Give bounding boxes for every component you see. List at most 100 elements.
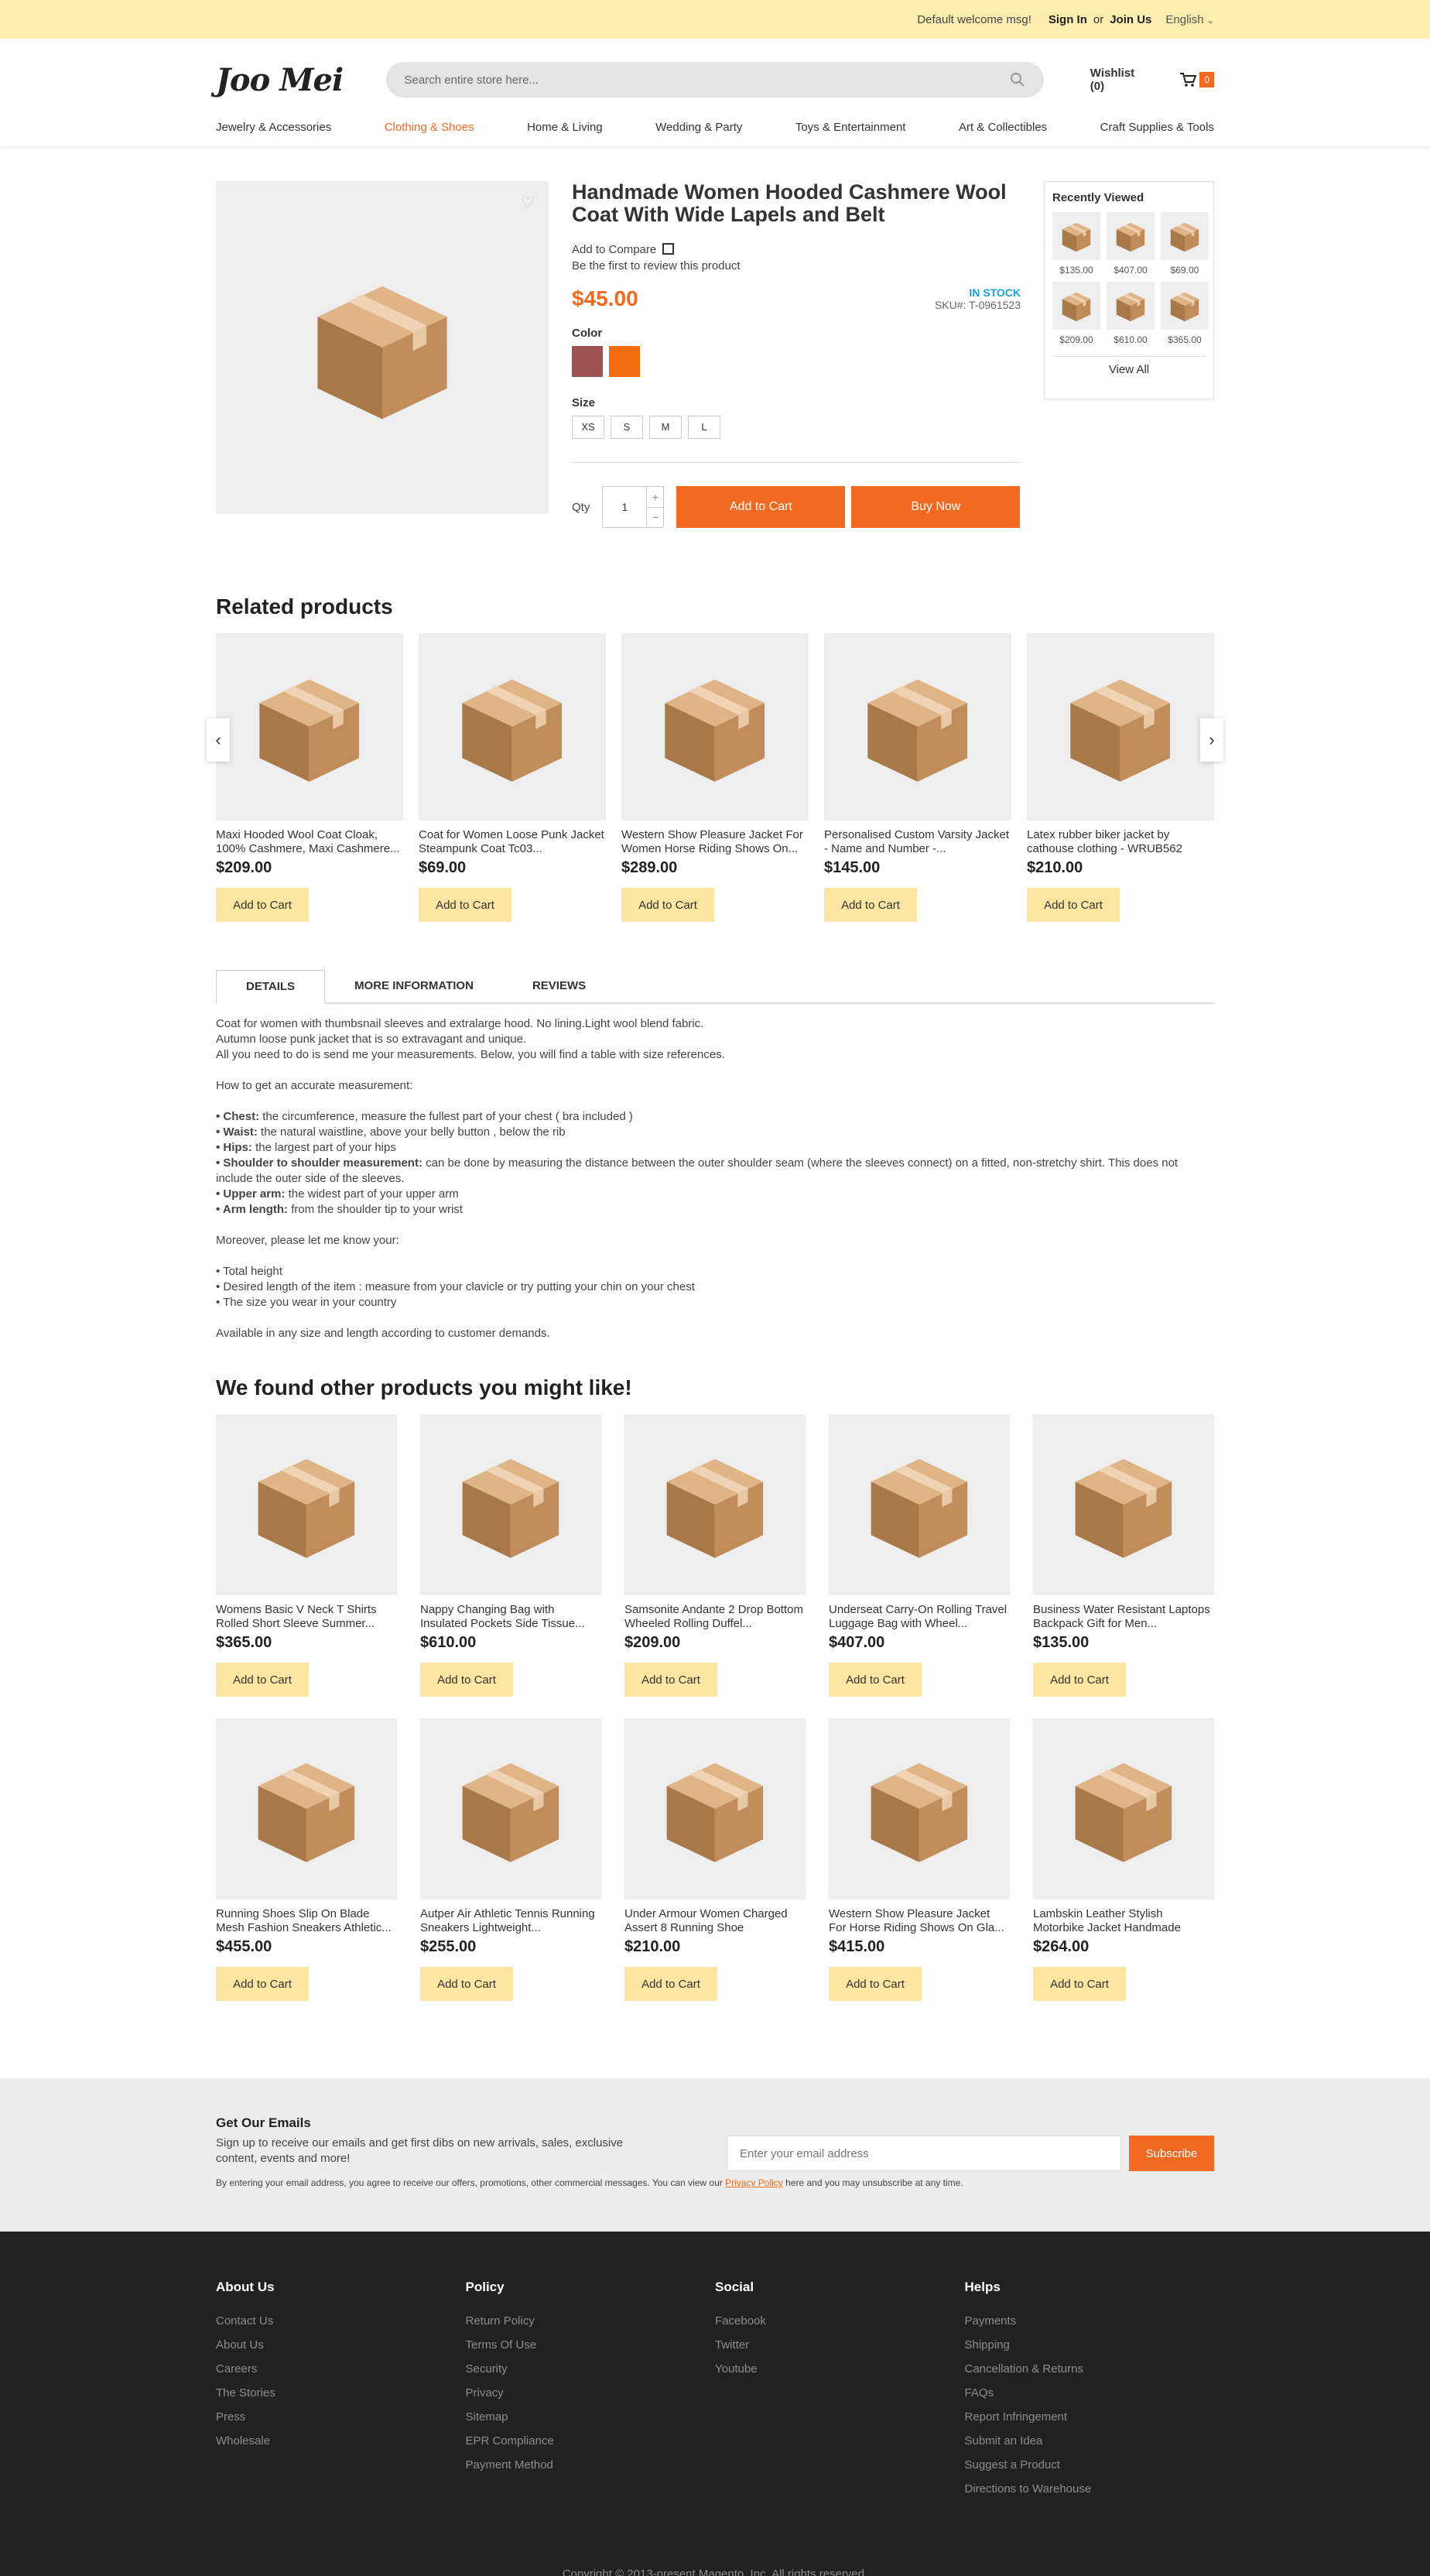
product-name[interactable]: Womens Basic V Neck T Shirts Rolled Shor…	[216, 1603, 397, 1631]
recent-item[interactable]: $69.00	[1161, 212, 1209, 276]
footer-link[interactable]: Twitter	[715, 2333, 965, 2357]
review-link[interactable]: Be the first to review this product	[572, 259, 1021, 272]
footer-link[interactable]: Terms Of Use	[466, 2333, 716, 2357]
tab-more-information[interactable]: MORE INFORMATION	[325, 968, 503, 1002]
cart-button[interactable]: 0	[1179, 72, 1215, 87]
tab-details[interactable]: DETAILS	[216, 970, 326, 1004]
minus-icon[interactable]: −	[647, 508, 663, 528]
product-thumb[interactable]	[420, 1718, 601, 1899]
product-thumb[interactable]	[1027, 633, 1214, 820]
color-swatch-brown[interactable]	[572, 346, 603, 377]
product-thumb[interactable]	[420, 1414, 601, 1595]
join-link[interactable]: Join Us	[1110, 13, 1151, 26]
recent-thumb[interactable]	[1107, 282, 1155, 330]
add-to-cart-button[interactable]: Add to Cart	[1027, 888, 1120, 922]
wishlist-link[interactable]: Wishlist (0)	[1090, 67, 1152, 93]
sign-in-link[interactable]: Sign In	[1049, 13, 1087, 26]
size-xs[interactable]: XS	[572, 416, 604, 439]
nav-item-art[interactable]: Art & Collectibles	[959, 121, 1047, 134]
product-name[interactable]: Maxi Hooded Wool Coat Cloak, 100% Cashme…	[216, 828, 403, 856]
footer-link[interactable]: Payment Method	[466, 2453, 716, 2477]
product-thumb[interactable]	[216, 633, 403, 820]
add-to-cart-button[interactable]: Add to Cart	[420, 1663, 513, 1697]
product-thumb[interactable]	[824, 633, 1011, 820]
product-thumb[interactable]	[216, 1718, 397, 1899]
footer-link[interactable]: Payments	[965, 2309, 1215, 2333]
footer-link[interactable]: Suggest a Product	[965, 2453, 1215, 2477]
product-name[interactable]: Lambskin Leather Stylish Motorbike Jacke…	[1033, 1907, 1214, 1935]
product-thumb[interactable]	[216, 1414, 397, 1595]
add-to-cart-button[interactable]: Add to Cart	[624, 1663, 717, 1697]
footer-link[interactable]: Youtube	[715, 2357, 965, 2381]
qty-value[interactable]: 1	[603, 487, 646, 527]
footer-link[interactable]: Wholesale	[216, 2429, 466, 2453]
product-name[interactable]: Under Armour Women Charged Assert 8 Runn…	[624, 1907, 806, 1935]
product-name[interactable]: Western Show Pleasure Jacket For Women H…	[621, 828, 809, 856]
buy-now-button[interactable]: Buy Now	[851, 486, 1021, 528]
footer-link[interactable]: Cancellation & Returns	[965, 2357, 1215, 2381]
footer-link[interactable]: Press	[216, 2405, 466, 2429]
recent-item[interactable]: $135.00	[1052, 212, 1100, 276]
footer-link[interactable]: Return Policy	[466, 2309, 716, 2333]
privacy-policy-link[interactable]: Privacy Policy	[725, 2177, 783, 2188]
product-name[interactable]: Nappy Changing Bag with Insulated Pocket…	[420, 1603, 601, 1631]
nav-item-home[interactable]: Home & Living	[527, 121, 603, 134]
footer-link[interactable]: Careers	[216, 2357, 466, 2381]
recent-thumb[interactable]	[1161, 282, 1209, 330]
footer-link[interactable]: Shipping	[965, 2333, 1215, 2357]
logo[interactable]: Joo Mei	[216, 62, 386, 98]
recent-item[interactable]: $209.00	[1052, 282, 1100, 345]
heart-icon[interactable]: ♡	[516, 190, 539, 214]
product-thumb[interactable]	[1033, 1414, 1214, 1595]
footer-link[interactable]: About Us	[216, 2333, 466, 2357]
footer-link[interactable]: Contact Us	[216, 2309, 466, 2333]
footer-link[interactable]: EPR Compliance	[466, 2429, 716, 2453]
language-switcher[interactable]: English ⌄	[1165, 13, 1214, 26]
product-thumb[interactable]	[829, 1718, 1010, 1899]
add-to-cart-button[interactable]: Add to Cart	[1033, 1967, 1126, 2001]
product-thumb[interactable]	[419, 633, 606, 820]
add-to-cart-button[interactable]: Add to Cart	[216, 1663, 309, 1697]
add-to-cart-button[interactable]: Add to Cart	[676, 486, 846, 528]
product-name[interactable]: Western Show Pleasure Jacket For Horse R…	[829, 1907, 1010, 1935]
chevron-left-icon[interactable]: ‹	[207, 718, 230, 762]
footer-link[interactable]: Report Infringement	[965, 2405, 1215, 2429]
size-s[interactable]: S	[611, 416, 643, 439]
product-thumb[interactable]	[621, 633, 809, 820]
color-swatch-orange[interactable]	[609, 346, 640, 377]
product-name[interactable]: Samsonite Andante 2 Drop Bottom Wheeled …	[624, 1603, 806, 1631]
add-to-cart-button[interactable]: Add to Cart	[420, 1967, 513, 2001]
recent-item[interactable]: $365.00	[1161, 282, 1209, 345]
nav-item-jewelry[interactable]: Jewelry & Accessories	[216, 121, 331, 134]
footer-link[interactable]: Facebook	[715, 2309, 965, 2333]
nav-item-craft[interactable]: Craft Supplies & Tools	[1100, 121, 1214, 134]
product-thumb[interactable]	[1033, 1718, 1214, 1899]
product-thumb[interactable]	[624, 1414, 806, 1595]
footer-link[interactable]: FAQs	[965, 2381, 1215, 2405]
nav-item-toys[interactable]: Toys & Entertainment	[795, 121, 906, 134]
recent-thumb[interactable]	[1052, 212, 1100, 260]
add-to-cart-button[interactable]: Add to Cart	[1033, 1663, 1126, 1697]
tab-reviews[interactable]: REVIEWS	[503, 968, 615, 1002]
recent-thumb[interactable]	[1107, 212, 1155, 260]
plus-icon[interactable]: +	[647, 487, 664, 508]
recent-thumb[interactable]	[1052, 282, 1100, 330]
footer-link[interactable]: Submit an Idea	[965, 2429, 1215, 2453]
product-name[interactable]: Autper Air Athletic Tennis Running Sneak…	[420, 1907, 601, 1935]
product-thumb[interactable]	[829, 1414, 1010, 1595]
footer-link[interactable]: Privacy	[466, 2381, 716, 2405]
add-to-cart-button[interactable]: Add to Cart	[621, 888, 714, 922]
recent-item[interactable]: $407.00	[1107, 212, 1155, 276]
search-icon[interactable]	[1010, 72, 1025, 87]
subscribe-button[interactable]: Subscribe	[1129, 2136, 1214, 2171]
footer-link[interactable]: The Stories	[216, 2381, 466, 2405]
nav-item-wedding[interactable]: Wedding & Party	[655, 121, 742, 134]
product-name[interactable]: Business Water Resistant Laptops Backpac…	[1033, 1603, 1214, 1631]
email-field[interactable]: Enter your email address	[727, 2136, 1121, 2171]
product-name[interactable]: Latex rubber biker jacket by cathouse cl…	[1027, 828, 1214, 856]
add-to-cart-button[interactable]: Add to Cart	[829, 1663, 922, 1697]
quantity-stepper[interactable]: 1 + −	[602, 486, 665, 528]
product-name[interactable]: Personalised Custom Varsity Jacket - Nam…	[824, 828, 1011, 856]
size-l[interactable]: L	[688, 416, 720, 439]
add-to-cart-button[interactable]: Add to Cart	[216, 1967, 309, 2001]
